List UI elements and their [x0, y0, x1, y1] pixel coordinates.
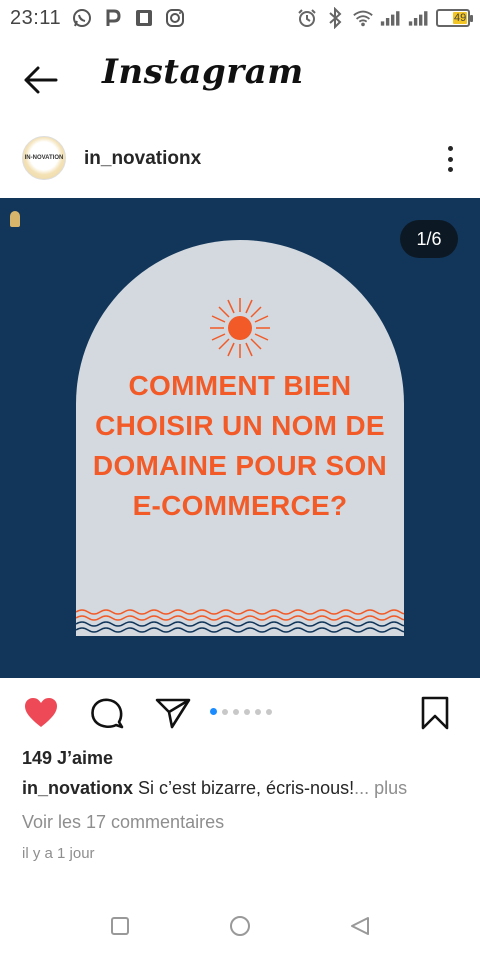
caption-username[interactable]: in_novationx [22, 778, 133, 798]
arch-card: COMMENT BIEN CHOISIR UN NOM DE DOMAINE P… [76, 240, 404, 636]
publisher-icon [133, 7, 155, 29]
signal-icon [380, 7, 402, 29]
app-logo: Instagram [102, 52, 304, 92]
avatar-text: IN-NOVATION [24, 155, 64, 161]
post-headline: COMMENT BIEN CHOISIR UN NOM DE DOMAINE P… [92, 370, 388, 521]
carousel-dot [222, 708, 228, 715]
battery-icon: 49 [436, 9, 473, 27]
share-button[interactable] [154, 694, 192, 732]
bluetooth-icon [324, 7, 346, 29]
post-timestamp: il y a 1 jour [22, 845, 95, 862]
carousel-dot [266, 708, 272, 715]
carousel-dot [210, 708, 217, 715]
caption-text: Si c’est bizarre, écris-nous! [133, 778, 355, 798]
triangle-back-icon [351, 917, 369, 935]
lightbulb-icon [10, 211, 20, 227]
post-image[interactable]: 1/6 COMMENT BIEN CHOISIR UN NOM DE DOMAI… [0, 198, 480, 678]
send-icon [155, 698, 191, 729]
sun-icon [210, 298, 270, 358]
signal-icon [408, 7, 430, 29]
brand-watermark [10, 206, 70, 232]
likes-count[interactable]: 149 J’aime [22, 748, 113, 769]
square-icon [111, 917, 129, 935]
post-username[interactable]: in_novationx [84, 148, 201, 170]
back-arrow-icon[interactable] [22, 64, 60, 96]
comment-icon [91, 698, 124, 729]
avatar[interactable]: IN-NOVATION [22, 136, 66, 180]
carousel-dot [233, 708, 239, 715]
view-comments-link[interactable]: Voir les 17 commentaires [22, 812, 224, 833]
alarm-icon [296, 7, 318, 29]
circle-icon [230, 916, 250, 936]
carousel-dot [244, 708, 250, 715]
battery-level: 49 [453, 12, 467, 24]
carousel-counter: 1/6 [400, 220, 458, 258]
heart-icon [25, 698, 57, 727]
bookmark-icon [421, 696, 449, 730]
parking-icon [102, 7, 124, 29]
back-button[interactable] [348, 914, 372, 938]
post-caption: in_novationx Si c’est bizarre, écris-nou… [22, 778, 407, 799]
post-header: IN-NOVATION in_novationx [0, 134, 480, 184]
wifi-icon [352, 7, 374, 29]
home-button[interactable] [228, 914, 252, 938]
comment-button[interactable] [88, 694, 126, 732]
carousel-dots [210, 708, 272, 715]
whatsapp-icon [71, 7, 93, 29]
system-nav-bar [0, 904, 480, 948]
post-action-bar [0, 690, 480, 734]
instagram-icon [164, 7, 186, 29]
notification-icons [71, 7, 186, 29]
app-header: Instagram [0, 44, 480, 116]
status-time: 23:11 [10, 6, 62, 29]
caption-more-link[interactable]: ... plus [354, 778, 407, 798]
status-bar: 23:11 49 [0, 0, 480, 36]
more-options-icon[interactable] [446, 146, 454, 172]
like-button[interactable] [22, 694, 60, 732]
system-icons: 49 [296, 7, 473, 29]
wave-decoration [76, 609, 404, 633]
carousel-dot [255, 708, 261, 715]
save-button[interactable] [416, 694, 454, 732]
recent-apps-button[interactable] [108, 914, 132, 938]
